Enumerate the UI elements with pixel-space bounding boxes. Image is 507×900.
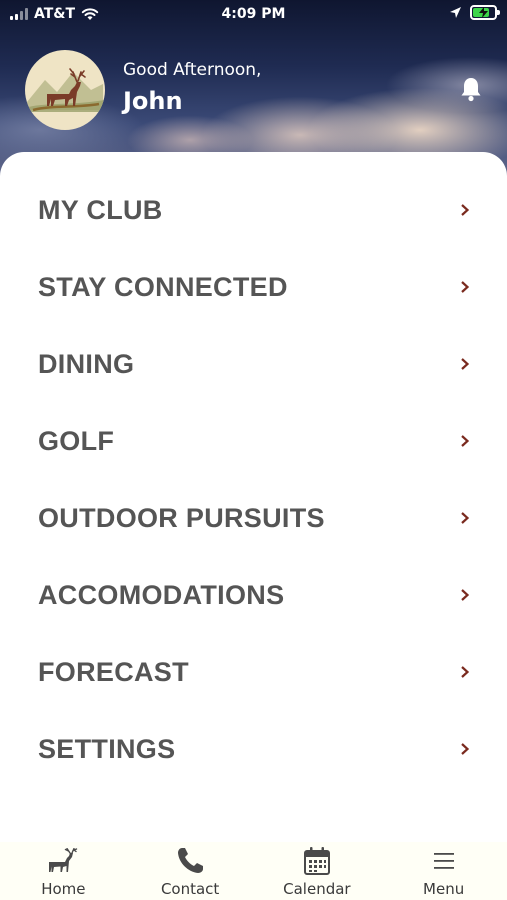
menu-item-forecast[interactable]: FORECAST bbox=[0, 642, 507, 702]
menu-item-label: MY CLUB bbox=[38, 194, 163, 225]
menu-item-label: FORECAST bbox=[38, 656, 189, 687]
menu-item-golf[interactable]: GOLF bbox=[0, 411, 507, 471]
menu-panel: MY CLUB STAY CONNECTED DINING GOLF OUTDO… bbox=[0, 152, 507, 842]
tab-label: Menu bbox=[423, 880, 465, 898]
chevron-right-icon bbox=[461, 358, 470, 370]
status-bar: AT&T 4:09 PM bbox=[0, 0, 507, 28]
elk-icon bbox=[47, 846, 79, 876]
greeting-text: Good Afternoon, bbox=[123, 60, 262, 80]
chevron-right-icon bbox=[461, 666, 470, 678]
menu-item-outdoor-pursuits[interactable]: OUTDOOR PURSUITS bbox=[0, 488, 507, 548]
menu-item-label: GOLF bbox=[38, 425, 115, 456]
club-logo bbox=[25, 50, 105, 130]
username: John bbox=[123, 87, 183, 115]
menu-item-my-club[interactable]: MY CLUB bbox=[0, 180, 507, 240]
tab-home[interactable]: Home bbox=[0, 842, 127, 900]
charging-bolt-icon bbox=[479, 7, 488, 18]
menu-item-accomodations[interactable]: ACCOMODATIONS bbox=[0, 565, 507, 625]
tab-contact[interactable]: Contact bbox=[127, 842, 254, 900]
menu-item-label: STAY CONNECTED bbox=[38, 271, 288, 302]
battery-icon bbox=[470, 5, 500, 20]
menu-item-label: SETTINGS bbox=[38, 733, 176, 764]
status-right bbox=[449, 5, 500, 20]
menu-item-stay-connected[interactable]: STAY CONNECTED bbox=[0, 257, 507, 317]
phone-icon bbox=[174, 846, 206, 876]
chevron-right-icon bbox=[461, 435, 470, 447]
bell-icon[interactable] bbox=[459, 76, 483, 102]
tab-label: Calendar bbox=[283, 880, 351, 898]
tab-calendar[interactable]: Calendar bbox=[254, 842, 381, 900]
bottom-tab-bar: Home Contact Calendar Menu bbox=[0, 842, 507, 900]
status-time: 4:09 PM bbox=[221, 6, 286, 22]
hamburger-menu-icon bbox=[428, 846, 460, 876]
location-arrow-icon bbox=[450, 7, 461, 18]
menu-item-label: DINING bbox=[38, 348, 135, 379]
chevron-right-icon bbox=[461, 589, 470, 601]
tab-label: Home bbox=[41, 880, 86, 898]
tab-menu[interactable]: Menu bbox=[380, 842, 507, 900]
menu-item-settings[interactable]: SETTINGS bbox=[0, 719, 507, 779]
calendar-icon bbox=[301, 846, 333, 876]
menu-item-label: OUTDOOR PURSUITS bbox=[38, 502, 325, 533]
chevron-right-icon bbox=[461, 743, 470, 755]
menu-item-dining[interactable]: DINING bbox=[0, 334, 507, 394]
elk-logo-icon bbox=[25, 68, 105, 112]
chevron-right-icon bbox=[461, 512, 470, 524]
menu-item-label: ACCOMODATIONS bbox=[38, 579, 285, 610]
chevron-right-icon bbox=[461, 204, 470, 216]
tab-label: Contact bbox=[160, 880, 220, 898]
chevron-right-icon bbox=[461, 281, 470, 293]
